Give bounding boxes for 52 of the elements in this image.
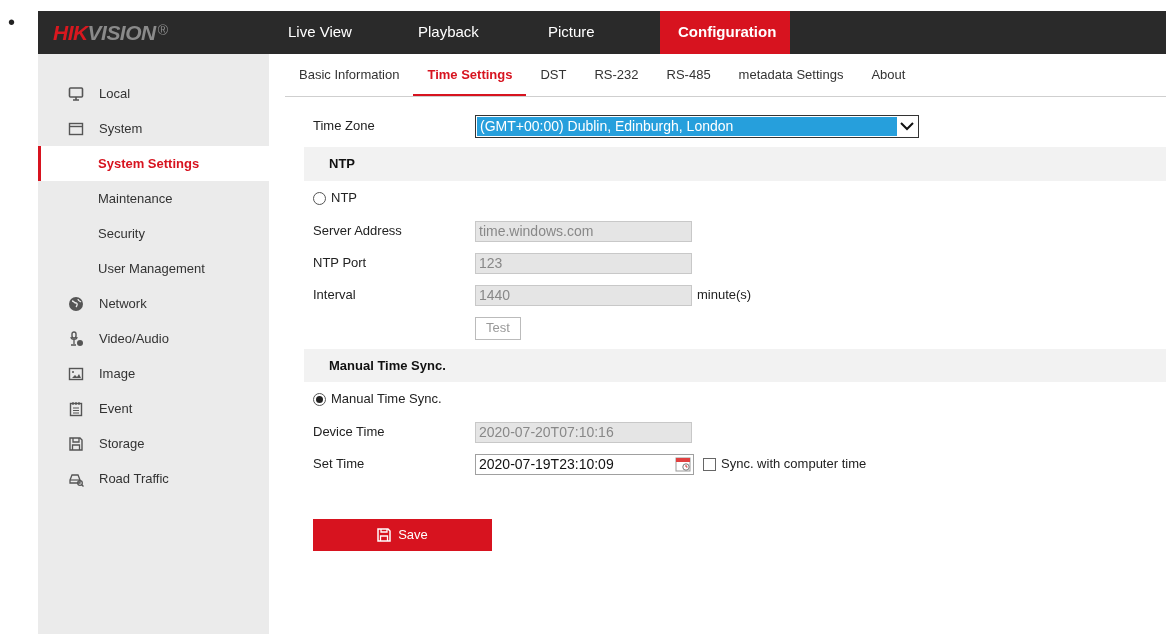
logo: HIKVISION® [52, 19, 169, 46]
sidebar-item[interactable]: Video/Audio [38, 321, 269, 356]
image-icon [68, 365, 84, 382]
calendar-list-icon [68, 400, 84, 417]
nav-tab[interactable]: Picture [530, 11, 660, 54]
radio-button[interactable] [313, 392, 326, 406]
sidebar-item[interactable]: Local [38, 76, 269, 111]
checkbox-label: Sync. with computer time [721, 455, 867, 474]
section-header: NTP [304, 147, 1166, 181]
sidebar-item[interactable]: System [38, 111, 269, 146]
tab[interactable]: Basic Information [285, 54, 414, 96]
sidebar-item[interactable]: System Settings [38, 146, 269, 181]
unit-label: minute(s) [697, 286, 752, 305]
field-label: Set Time [313, 455, 366, 474]
checkbox[interactable] [703, 457, 716, 471]
globe-icon [68, 295, 84, 312]
tab[interactable]: metadata Settings [724, 54, 858, 96]
sidebar-item[interactable]: Network [38, 286, 269, 321]
field-label: Time Zone [313, 117, 376, 136]
tab[interactable]: Time Settings [413, 54, 527, 96]
sidebar-item[interactable]: Road Traffic [38, 461, 269, 496]
bullet: • [8, 11, 15, 33]
text-field[interactable]: 2020-07-19T23:10:09 [475, 453, 694, 475]
field-label: Interval [313, 286, 357, 305]
sidebar-item[interactable]: Storage [38, 426, 269, 461]
window-icon [68, 120, 84, 137]
floppy-disk-icon [68, 435, 84, 452]
floppy-disk-icon [377, 528, 392, 542]
tab[interactable]: About [857, 54, 920, 96]
monitor-icon [68, 85, 84, 102]
sidebar-item[interactable]: Security [38, 216, 269, 251]
save-button[interactable]: Save [313, 519, 492, 551]
nav-tab[interactable]: Playback [400, 11, 530, 54]
field-label: NTP Port [313, 254, 368, 273]
sidebar-item[interactable]: Image [38, 356, 269, 391]
nav-tab[interactable]: Configuration [660, 11, 790, 54]
field-label: Server Address [313, 222, 403, 241]
sidebar-item[interactable]: Event [38, 391, 269, 426]
nav-tab[interactable]: Live View [270, 11, 400, 54]
tab[interactable]: RS-232 [580, 54, 653, 96]
chevron-down-icon [900, 121, 914, 131]
section-header: Manual Time Sync. [304, 349, 1166, 382]
radio-label: NTP [331, 189, 357, 208]
calendar-icon[interactable] [675, 456, 691, 472]
field-label: Device Time [313, 423, 386, 442]
microphone-camera-icon [68, 330, 84, 347]
radio-button[interactable] [313, 191, 326, 205]
sidebar-item[interactable]: Maintenance [38, 181, 269, 216]
sidebar-item[interactable]: User Management [38, 251, 269, 286]
tab[interactable]: DST [526, 54, 581, 96]
tab[interactable]: RS-485 [652, 54, 725, 96]
radio-label: Manual Time Sync. [331, 390, 442, 409]
